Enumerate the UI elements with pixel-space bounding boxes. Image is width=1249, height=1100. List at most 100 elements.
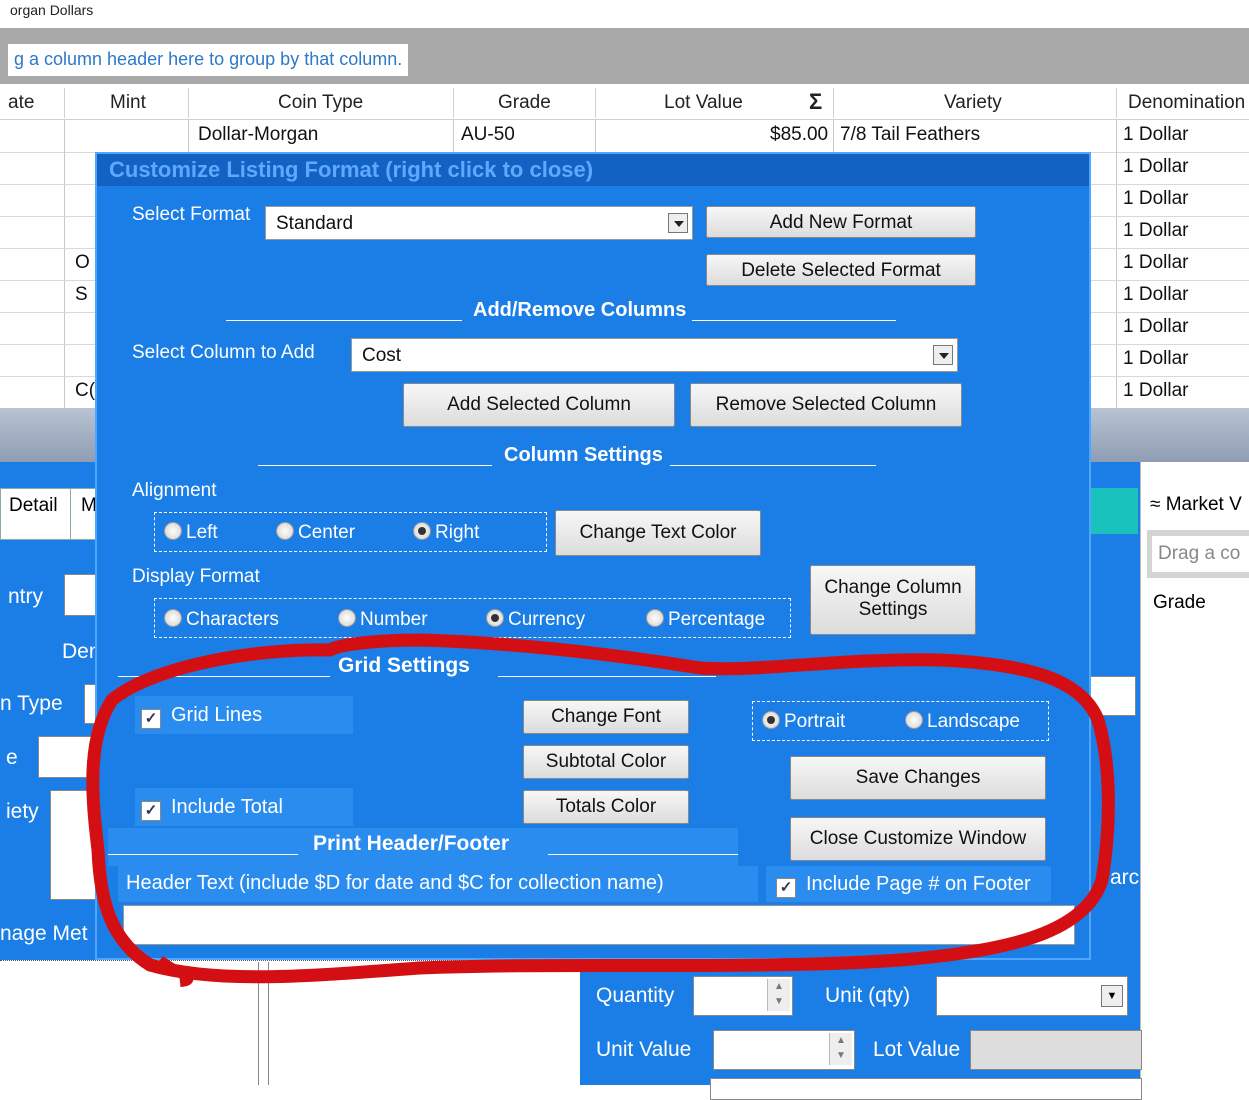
print-header-footer-heading: Print Header/Footer — [313, 832, 510, 855]
header-lot-value[interactable]: Lot Value — [664, 92, 743, 114]
header-text-input[interactable] — [123, 905, 1075, 945]
radio-icon — [646, 609, 664, 627]
cell-variety: 7/8 Tail Feathers — [840, 124, 981, 145]
chevron-down-icon[interactable]: ▼ — [1101, 985, 1123, 1007]
radio-icon — [164, 522, 182, 540]
select-format-label: Select Format — [132, 204, 251, 225]
header-text-label: Header Text (include $D for date and $C … — [126, 872, 664, 894]
cell-coin-type: Dollar-Morgan — [198, 124, 319, 145]
unit-value-stepper[interactable]: ▲ ▼ — [713, 1030, 855, 1070]
column-select[interactable]: Cost — [351, 338, 958, 372]
market-grade-header[interactable]: Grade — [1153, 592, 1206, 614]
dialog-title: Customize Listing Format (right click to… — [109, 157, 594, 182]
header-variety[interactable]: Variety — [944, 92, 1002, 114]
change-text-color-button[interactable]: Change Text Color — [555, 510, 761, 556]
market-value-label: Market V — [1165, 494, 1242, 515]
cell-grade: AU-50 — [461, 124, 515, 145]
window-title-bar: organ Dollars — [0, 0, 1249, 28]
subtotal-color-button[interactable]: Subtotal Color — [523, 745, 689, 779]
add-selected-column-button[interactable]: Add Selected Column — [403, 383, 675, 427]
align-left-radio[interactable]: Left — [164, 522, 218, 544]
cell-denomination: 1 Dollar — [1123, 124, 1189, 145]
search-label: arc — [1110, 866, 1140, 889]
lot-value-field — [970, 1030, 1142, 1070]
checkmark-icon: ✓ — [141, 801, 161, 821]
change-column-settings-button[interactable]: Change Column Settings — [810, 565, 976, 635]
checkmark-icon: ✓ — [776, 878, 796, 898]
radio-selected-icon — [413, 522, 431, 540]
quantity-stepper[interactable]: ▲ ▼ — [693, 976, 793, 1016]
align-center-radio[interactable]: Center — [276, 522, 355, 544]
save-changes-button[interactable]: Save Changes — [790, 756, 1046, 800]
format-select[interactable]: Standard — [265, 206, 693, 240]
totals-color-button[interactable]: Totals Color — [523, 790, 689, 824]
right-field[interactable] — [1090, 676, 1136, 716]
variety-field[interactable] — [50, 790, 100, 900]
chevron-up-icon: ≈ — [1150, 494, 1166, 515]
cell-mint: C( — [75, 380, 96, 401]
cell-denomination: 1 Dollar — [1123, 188, 1189, 209]
lot-value-label: Lot Value — [873, 1038, 961, 1061]
unit-qty-label: Unit (qty) — [825, 984, 911, 1007]
cell-mint: S — [75, 284, 88, 305]
header-grade[interactable]: Grade — [498, 92, 551, 114]
add-new-format-button[interactable]: Add New Format — [706, 206, 976, 238]
cell-mint: O — [75, 252, 90, 273]
display-format-label: Display Format — [132, 566, 260, 587]
group-by-hint[interactable]: g a column header here to group by that … — [8, 44, 409, 76]
format-select-value: Standard — [276, 213, 354, 234]
market-value-header[interactable]: ≈ Market V — [1150, 494, 1242, 516]
lower-field[interactable] — [710, 1078, 1142, 1100]
remove-selected-column-button[interactable]: Remove Selected Column — [690, 383, 962, 427]
header-coin-type[interactable]: Coin Type — [278, 92, 363, 114]
cell-denomination: 1 Dollar — [1123, 156, 1189, 177]
market-drag-hint[interactable]: Drag a co — [1152, 536, 1249, 572]
radio-selected-icon — [762, 711, 780, 729]
country-field[interactable] — [64, 574, 98, 616]
checkmark-icon: ✓ — [141, 709, 161, 729]
sum-icon[interactable]: Σ — [809, 89, 822, 115]
header-mint[interactable]: Mint — [110, 92, 146, 114]
header-date[interactable]: ate — [8, 92, 34, 114]
include-total-checkbox[interactable]: ✓ Include Total — [141, 796, 283, 821]
cell-denomination: 1 Dollar — [1123, 220, 1189, 241]
radio-selected-icon — [486, 609, 504, 627]
alignment-label: Alignment — [132, 480, 217, 501]
change-font-button[interactable]: Change Font — [523, 700, 689, 734]
coin-type-label: n Type — [0, 692, 63, 715]
grid-lines-checkbox[interactable]: ✓ Grid Lines — [141, 704, 262, 729]
cell-denomination: 1 Dollar — [1123, 316, 1189, 337]
cell-denomination: 1 Dollar — [1123, 252, 1189, 273]
column-select-value: Cost — [362, 345, 402, 366]
format-characters-radio[interactable]: Characters — [164, 609, 279, 631]
cell-denomination: 1 Dollar — [1123, 348, 1189, 369]
chevron-down-icon[interactable] — [933, 345, 953, 365]
radio-icon — [905, 711, 923, 729]
variety-label: iety — [6, 800, 39, 823]
dialog-title-bar[interactable]: Customize Listing Format (right click to… — [97, 154, 1089, 186]
cell-denomination: 1 Dollar — [1123, 380, 1189, 401]
portrait-radio[interactable]: Portrait — [762, 711, 845, 733]
chevron-down-icon[interactable] — [668, 213, 688, 233]
quantity-label: Quantity — [596, 984, 675, 1007]
grade-field[interactable] — [38, 736, 100, 778]
radio-icon — [276, 522, 294, 540]
landscape-radio[interactable]: Landscape — [905, 711, 1020, 733]
unit-qty-select[interactable]: ▼ — [936, 976, 1128, 1016]
include-page-number-checkbox[interactable]: ✓ Include Page # on Footer — [776, 873, 1031, 898]
select-column-label: Select Column to Add — [132, 342, 315, 363]
format-currency-radio[interactable]: Currency — [486, 609, 585, 631]
unit-value-label: Unit Value — [596, 1038, 692, 1061]
image-method-label: nage Met — [0, 922, 88, 945]
notes-area — [0, 960, 580, 1085]
close-customize-window-button[interactable]: Close Customize Window — [790, 817, 1046, 861]
window-title: organ Dollars — [10, 2, 94, 18]
format-percentage-radio[interactable]: Percentage — [646, 609, 765, 631]
column-settings-heading: Column Settings — [504, 444, 663, 466]
header-denomination[interactable]: Denomination — [1128, 92, 1245, 114]
grid-settings-heading: Grid Settings — [338, 654, 470, 677]
align-right-radio[interactable]: Right — [413, 522, 479, 544]
add-remove-columns-heading: Add/Remove Columns — [473, 299, 687, 321]
format-number-radio[interactable]: Number — [338, 609, 428, 631]
delete-selected-format-button[interactable]: Delete Selected Format — [706, 254, 976, 286]
